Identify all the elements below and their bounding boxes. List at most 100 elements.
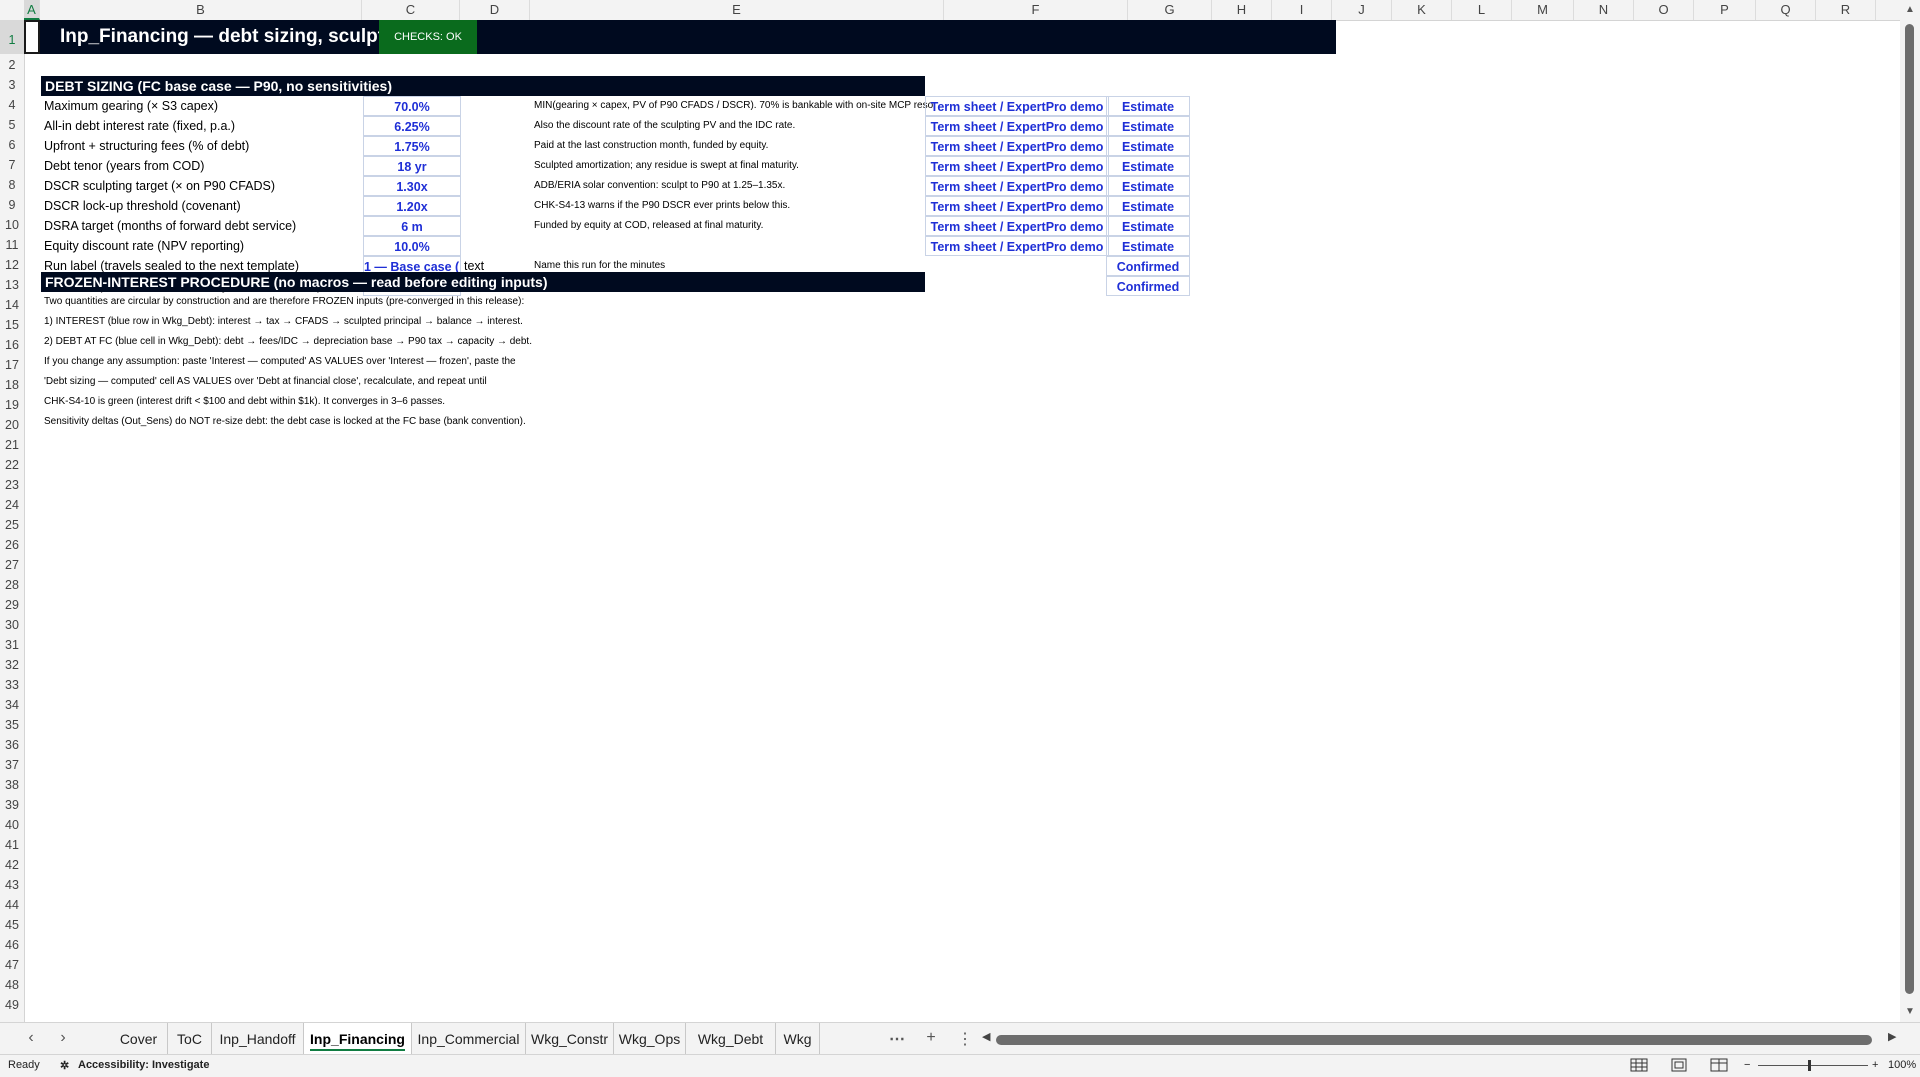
source-cell[interactable]: Term sheet / ExpertPro demo xyxy=(925,156,1109,176)
row-header[interactable]: 40 xyxy=(0,814,24,834)
row-header[interactable]: 8 xyxy=(0,174,24,194)
row-header[interactable]: 36 xyxy=(0,734,24,754)
column-header[interactable]: E xyxy=(530,0,944,20)
row-header[interactable]: 11 xyxy=(0,234,24,254)
vertical-scrollbar[interactable]: ▲ ▼ xyxy=(1900,0,1920,1022)
source-cell[interactable]: Term sheet / ExpertPro demo xyxy=(925,216,1109,236)
sheet-tab[interactable]: Cover xyxy=(110,1023,168,1055)
row-header[interactable]: 26 xyxy=(0,534,24,554)
accessibility-icon[interactable]: ✲ xyxy=(60,1059,69,1072)
scroll-right-icon[interactable]: ▶ xyxy=(1888,1030,1896,1043)
row-header[interactable]: 12 xyxy=(0,254,24,274)
column-header[interactable]: C xyxy=(362,0,460,20)
input-value-cell[interactable]: 18 yr xyxy=(363,156,461,176)
column-header[interactable]: B xyxy=(40,0,362,20)
row-header[interactable]: 25 xyxy=(0,514,24,534)
row-header[interactable]: 23 xyxy=(0,474,24,494)
status-cell[interactable]: Estimate xyxy=(1106,116,1190,136)
sheet-tab[interactable]: Wkg_Debt xyxy=(686,1023,776,1055)
input-value-cell[interactable]: 10.0% xyxy=(363,236,461,256)
status-cell[interactable]: Estimate xyxy=(1106,156,1190,176)
status-cell[interactable]: Confirmed xyxy=(1106,256,1190,276)
zoom-slider[interactable] xyxy=(1758,1065,1868,1066)
row-header[interactable]: 3 xyxy=(0,74,24,94)
scroll-left-icon[interactable]: ◀ xyxy=(982,1030,990,1043)
input-value-cell[interactable]: 1.30x xyxy=(363,176,461,196)
row-header[interactable]: 49 xyxy=(0,994,24,1014)
scroll-down-icon[interactable]: ▼ xyxy=(1904,1006,1916,1017)
vertical-scroll-thumb[interactable] xyxy=(1905,24,1914,994)
row-header[interactable]: 13 xyxy=(0,274,24,294)
row-header[interactable]: 17 xyxy=(0,354,24,374)
column-header[interactable]: A xyxy=(24,0,40,20)
row-header[interactable]: 38 xyxy=(0,774,24,794)
status-cell[interactable]: Estimate xyxy=(1106,216,1190,236)
sheet-tab[interactable]: Wkg_Constr xyxy=(526,1023,614,1055)
status-cell[interactable]: Confirmed xyxy=(1106,276,1190,296)
status-cell[interactable]: Estimate xyxy=(1106,176,1190,196)
source-cell[interactable]: Term sheet / ExpertPro demo xyxy=(925,96,1109,116)
sheet-tab[interactable]: Inp_Commercial xyxy=(412,1023,526,1055)
row-header[interactable]: 29 xyxy=(0,594,24,614)
more-tabs-icon[interactable]: ⋯ xyxy=(888,1029,906,1049)
active-cell-a1[interactable] xyxy=(24,20,40,54)
row-header[interactable]: 18 xyxy=(0,374,24,394)
sheet-menu-icon[interactable]: ⋮ xyxy=(956,1029,974,1049)
column-header[interactable]: G xyxy=(1128,0,1212,20)
row-header[interactable]: 46 xyxy=(0,934,24,954)
scroll-up-icon[interactable]: ▲ xyxy=(1904,4,1916,15)
row-header[interactable]: 28 xyxy=(0,574,24,594)
row-header[interactable]: 7 xyxy=(0,154,24,174)
page-layout-icon[interactable] xyxy=(1670,1058,1688,1072)
row-header[interactable]: 10 xyxy=(0,214,24,234)
column-header[interactable]: P xyxy=(1694,0,1756,20)
row-header[interactable]: 2 xyxy=(0,54,24,74)
row-header[interactable]: 14 xyxy=(0,294,24,314)
column-header[interactable]: Q xyxy=(1756,0,1816,20)
row-header[interactable]: 19 xyxy=(0,394,24,414)
row-header[interactable]: 33 xyxy=(0,674,24,694)
column-header[interactable]: O xyxy=(1634,0,1694,20)
source-cell[interactable]: Term sheet / ExpertPro demo xyxy=(925,136,1109,156)
column-header[interactable]: D xyxy=(460,0,530,20)
row-header[interactable]: 31 xyxy=(0,634,24,654)
page-break-icon[interactable] xyxy=(1710,1058,1728,1072)
add-sheet-button[interactable]: + xyxy=(922,1029,940,1047)
row-header[interactable]: 4 xyxy=(0,94,24,114)
column-header[interactable]: M xyxy=(1512,0,1574,20)
status-cell[interactable]: Estimate xyxy=(1106,236,1190,256)
row-header[interactable]: 45 xyxy=(0,914,24,934)
normal-view-icon[interactable] xyxy=(1630,1058,1648,1072)
zoom-slider-knob[interactable] xyxy=(1808,1060,1811,1071)
row-header[interactable]: 34 xyxy=(0,694,24,714)
sheet-tab[interactable]: Wkg_Ops xyxy=(614,1023,686,1055)
row-header[interactable]: 47 xyxy=(0,954,24,974)
status-cell[interactable]: Estimate xyxy=(1106,96,1190,116)
row-header[interactable]: 39 xyxy=(0,794,24,814)
row-header[interactable]: 1 xyxy=(0,20,24,54)
column-header[interactable]: R xyxy=(1816,0,1876,20)
source-cell[interactable]: Term sheet / ExpertPro demo xyxy=(925,236,1109,256)
input-value-cell[interactable]: 6.25% xyxy=(363,116,461,136)
row-header[interactable]: 37 xyxy=(0,754,24,774)
row-header[interactable]: 21 xyxy=(0,434,24,454)
row-header[interactable]: 9 xyxy=(0,194,24,214)
status-cell[interactable]: Estimate xyxy=(1106,136,1190,156)
tab-prev-icon[interactable]: ‹ xyxy=(22,1029,40,1047)
column-header[interactable]: F xyxy=(944,0,1128,20)
sheet-tab[interactable]: Inp_Handoff xyxy=(212,1023,304,1055)
row-header[interactable]: 16 xyxy=(0,334,24,354)
row-header[interactable]: 24 xyxy=(0,494,24,514)
input-value-cell[interactable]: 70.0% xyxy=(363,96,461,116)
horizontal-scroll-thumb[interactable] xyxy=(996,1035,1872,1045)
row-header[interactable]: 27 xyxy=(0,554,24,574)
accessibility-status[interactable]: Accessibility: Investigate xyxy=(78,1059,209,1071)
row-header[interactable]: 22 xyxy=(0,454,24,474)
input-value-cell[interactable]: 1.20x xyxy=(363,196,461,216)
row-header[interactable]: 35 xyxy=(0,714,24,734)
row-header[interactable]: 43 xyxy=(0,874,24,894)
row-header[interactable]: 20 xyxy=(0,414,24,434)
column-header[interactable]: J xyxy=(1332,0,1392,20)
zoom-in-button[interactable]: + xyxy=(1872,1059,1878,1071)
sheet-tab[interactable]: Wkg xyxy=(776,1023,820,1055)
